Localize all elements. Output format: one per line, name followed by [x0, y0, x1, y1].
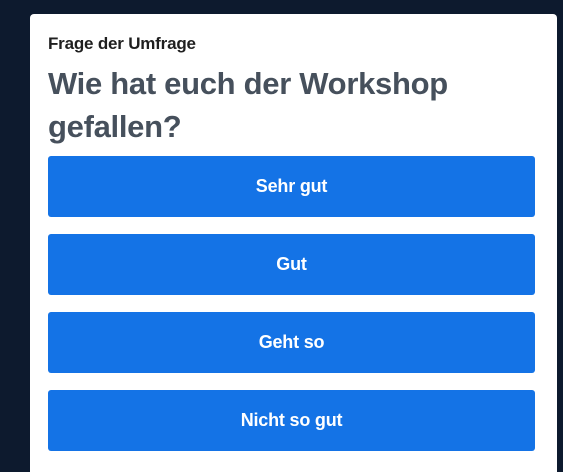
option-nicht-so-gut-button[interactable]: Nicht so gut — [48, 390, 535, 451]
option-gut-button[interactable]: Gut — [48, 234, 535, 295]
poll-card: Frage der Umfrage Wie hat euch der Works… — [30, 14, 557, 472]
poll-kicker-label: Frage der Umfrage — [48, 34, 196, 53]
option-sehr-gut-button[interactable]: Sehr gut — [48, 156, 535, 217]
option-geht-so-button[interactable]: Geht so — [48, 312, 535, 373]
poll-question: Wie hat euch der Workshop gefallen? — [48, 66, 448, 144]
poll-options-list: Sehr gut Gut Geht so Nicht so gut — [48, 156, 535, 468]
